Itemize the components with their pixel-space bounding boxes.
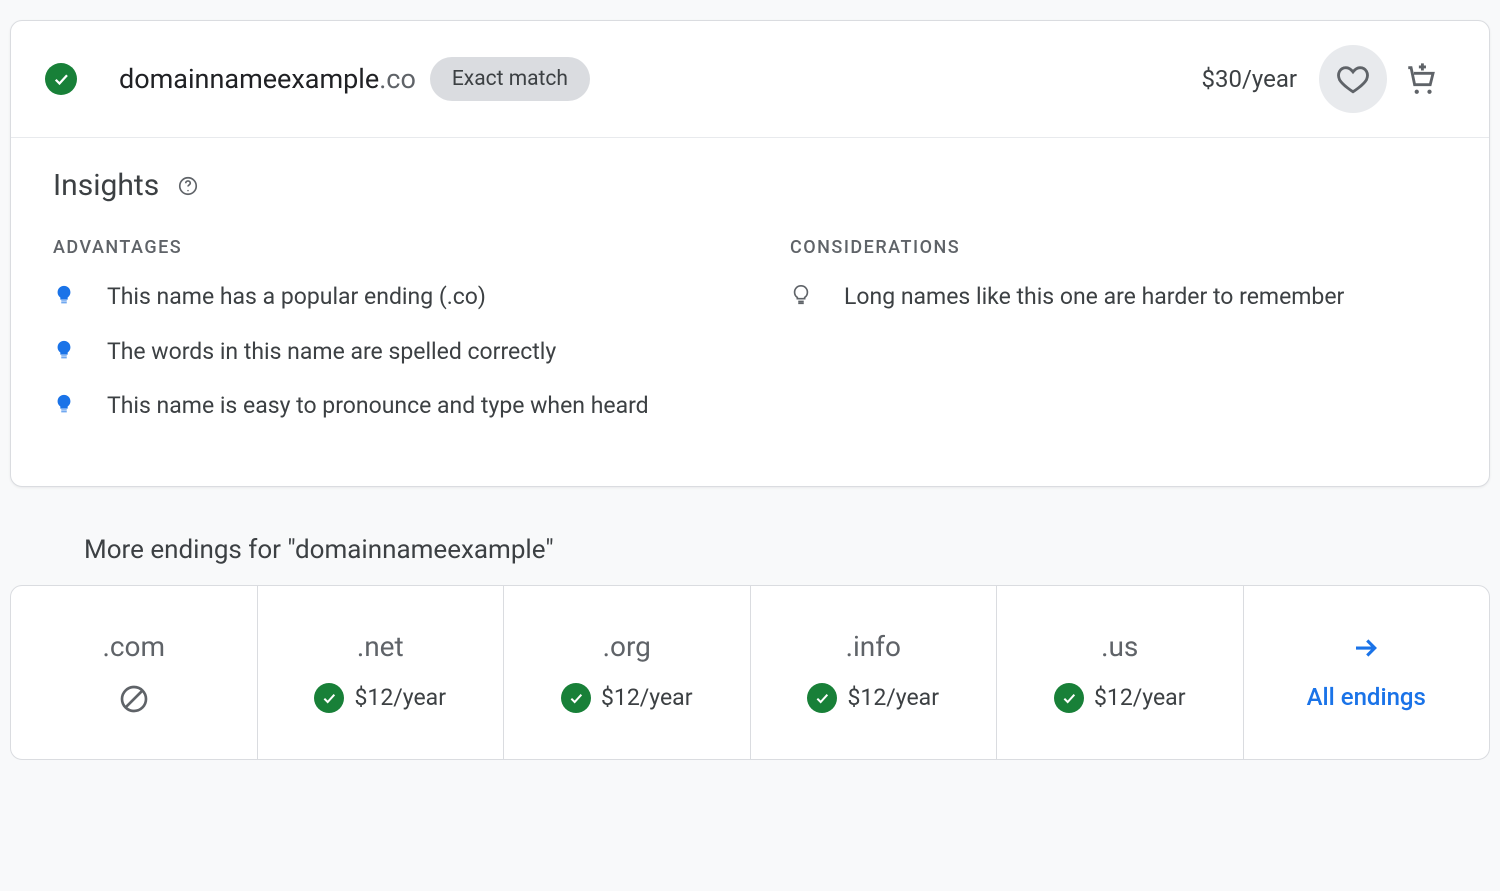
advantage-text: This name is easy to pronounce and type … xyxy=(107,389,649,424)
domain-card: domainnameexample.co Exact match $30/yea… xyxy=(10,20,1490,487)
arrow-right-icon xyxy=(1351,633,1381,663)
advantage-item: The words in this name are spelled corre… xyxy=(53,335,710,370)
considerations-heading: CONSIDERATIONS xyxy=(790,237,1447,258)
check-icon xyxy=(1054,683,1084,713)
ending-price: $12/year xyxy=(847,684,939,711)
ending-price: $12/year xyxy=(601,684,693,711)
ending-tld: .org xyxy=(603,630,651,663)
check-icon xyxy=(807,683,837,713)
insights-columns: ADVANTAGES This name has a popular endin… xyxy=(53,237,1447,444)
check-icon xyxy=(561,683,591,713)
advantage-text: The words in this name are spelled corre… xyxy=(107,335,556,370)
ending-available: $12/year xyxy=(314,683,446,713)
endings-grid: .com .net $12/year .org $12/year .info $… xyxy=(10,585,1490,760)
lightbulb-icon xyxy=(53,284,75,306)
insights-header: Insights xyxy=(53,168,1447,203)
ending-unavailable xyxy=(118,683,150,715)
advantages-heading: ADVANTAGES xyxy=(53,237,710,258)
all-endings-button[interactable]: All endings xyxy=(1244,586,1490,759)
advantage-item: This name is easy to pronounce and type … xyxy=(53,389,710,424)
lightbulb-icon xyxy=(53,339,75,361)
advantages-column: ADVANTAGES This name has a popular endin… xyxy=(53,237,710,444)
exact-match-badge: Exact match xyxy=(430,57,590,101)
more-endings-label: More endings for "domainnameexample" xyxy=(84,535,1490,565)
domain-name: domainnameexample.co xyxy=(119,63,416,95)
help-icon xyxy=(177,175,199,197)
insights-title: Insights xyxy=(53,168,159,203)
ending-cell-com[interactable]: .com xyxy=(11,586,258,759)
ending-cell-net[interactable]: .net $12/year xyxy=(258,586,505,759)
ending-tld: .net xyxy=(357,630,404,663)
ending-tld: .com xyxy=(102,630,165,663)
ending-price: $12/year xyxy=(1094,684,1186,711)
domain-price: $30/year xyxy=(1202,65,1297,93)
favorite-button[interactable] xyxy=(1319,45,1387,113)
ending-cell-info[interactable]: .info $12/year xyxy=(751,586,998,759)
lightbulb-outline-icon xyxy=(790,284,812,306)
availability-check-icon xyxy=(45,63,77,95)
ending-cell-org[interactable]: .org $12/year xyxy=(504,586,751,759)
ending-available: $12/year xyxy=(561,683,693,713)
lightbulb-icon xyxy=(53,393,75,415)
add-to-cart-button[interactable] xyxy=(1387,45,1455,113)
ending-cell-us[interactable]: .us $12/year xyxy=(997,586,1244,759)
ending-tld: .us xyxy=(1101,630,1138,663)
ending-tld: .info xyxy=(846,630,901,663)
unavailable-icon xyxy=(118,683,150,715)
advantage-item: This name has a popular ending (.co) xyxy=(53,280,710,315)
check-icon xyxy=(314,683,344,713)
insights-section: Insights ADVANTAGES This name has a popu… xyxy=(11,138,1489,486)
consideration-item: Long names like this one are harder to r… xyxy=(790,280,1447,315)
considerations-column: CONSIDERATIONS Long names like this one … xyxy=(790,237,1447,444)
all-endings-label: All endings xyxy=(1307,683,1426,711)
ending-available: $12/year xyxy=(807,683,939,713)
domain-header-row: domainnameexample.co Exact match $30/yea… xyxy=(11,21,1489,138)
domain-tld: .co xyxy=(379,63,416,95)
domain-base: domainnameexample xyxy=(119,63,379,95)
ending-available: $12/year xyxy=(1054,683,1186,713)
advantage-text: This name has a popular ending (.co) xyxy=(107,280,486,315)
ending-price: $12/year xyxy=(354,684,446,711)
cart-plus-icon xyxy=(1404,62,1438,96)
insights-help-button[interactable] xyxy=(177,175,199,197)
consideration-text: Long names like this one are harder to r… xyxy=(844,280,1344,315)
heart-icon xyxy=(1336,62,1370,96)
